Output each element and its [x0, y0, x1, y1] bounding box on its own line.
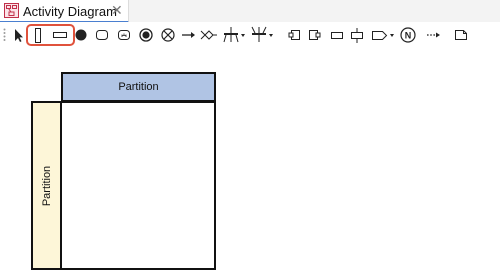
- action-icon[interactable]: [94, 25, 110, 45]
- horizontal-partition-label: Partition: [118, 81, 159, 93]
- vertical-partition[interactable]: Partition: [31, 101, 62, 270]
- activity-final-icon[interactable]: [138, 25, 154, 45]
- diagram-toolbar: N: [0, 22, 500, 48]
- decision-node-icon[interactable]: [200, 25, 218, 45]
- close-icon[interactable]: ✕: [111, 2, 123, 19]
- control-flow-arrow-icon[interactable]: [181, 25, 197, 45]
- flow-final-icon[interactable]: [160, 25, 176, 45]
- central-buffer-icon[interactable]: [350, 25, 364, 45]
- horizontal-partition[interactable]: Partition: [61, 72, 216, 102]
- initial-node-icon[interactable]: [74, 25, 88, 45]
- partition-body[interactable]: [60, 101, 216, 270]
- note-icon[interactable]: N: [399, 25, 417, 45]
- join-node-icon[interactable]: [250, 25, 274, 45]
- tab-activity-diagram[interactable]: Activity Diagram ✕: [0, 0, 129, 23]
- activity-diagram-icon: [4, 3, 19, 18]
- vertical-partition-label: Partition: [40, 165, 53, 206]
- comment-icon[interactable]: [453, 25, 469, 45]
- partition-tools-highlight: [26, 24, 75, 46]
- object-node-icon[interactable]: [330, 25, 344, 45]
- editor-tab-bar: Activity Diagram ✕: [0, 0, 500, 23]
- send-signal-icon[interactable]: [371, 25, 397, 45]
- input-pin-icon[interactable]: [287, 25, 301, 45]
- pointer-arrow-icon[interactable]: [12, 25, 24, 45]
- toolbar-grip-icon[interactable]: [3, 28, 6, 42]
- object-flow-icon[interactable]: [426, 25, 442, 45]
- call-behavior-action-icon[interactable]: [116, 25, 132, 45]
- output-pin-icon[interactable]: [308, 25, 322, 45]
- tab-title: Activity Diagram: [23, 4, 117, 19]
- note-glyph: N: [405, 31, 412, 41]
- fork-node-icon[interactable]: [222, 25, 246, 45]
